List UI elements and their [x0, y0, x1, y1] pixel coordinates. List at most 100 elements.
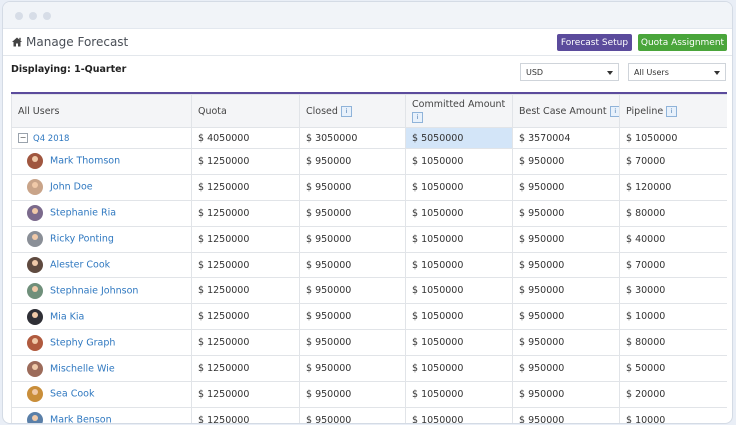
col-header-label: Closed [306, 105, 338, 117]
user-name-link[interactable]: Stephanie Ria [50, 208, 116, 219]
best-case-cell: $ 950000 [512, 381, 620, 408]
best-case-cell: $ 950000 [512, 199, 620, 227]
best-case-cell: $ 950000 [512, 225, 620, 253]
quota-cell: $ 1250000 [191, 199, 300, 227]
committed-cell[interactable]: $ 1050000 [405, 251, 513, 279]
info-icon[interactable]: i [609, 105, 619, 117]
quota-cell: $ 1250000 [191, 225, 300, 253]
closed-cell: $ 950000 [299, 225, 406, 253]
users-select[interactable]: All Users [628, 63, 726, 81]
user-name-link[interactable]: Stephnaie Johnson [50, 285, 138, 296]
best-case-cell: $ 950000 [512, 355, 620, 383]
pipeline-cell: $ 30000 [619, 277, 727, 305]
quota-cell: $ 1250000 [191, 355, 300, 383]
col-header-closed[interactable]: Closed i [299, 94, 406, 128]
user-name-link[interactable]: Stephy Graph [50, 337, 115, 348]
user-cell: Mark Benson [11, 406, 192, 423]
group-cell: − Q4 2018 [11, 127, 192, 149]
currency-select-value: USD [526, 68, 544, 77]
pipeline-cell: $ 10000 [619, 303, 727, 331]
committed-cell[interactable]: $ 1050000 [405, 406, 513, 423]
committed-cell[interactable]: $ 1050000 [405, 303, 513, 331]
group-pipeline: $ 1050000 [619, 127, 727, 149]
currency-select[interactable]: USD [520, 63, 619, 81]
user-name-link[interactable]: Alester Cook [50, 260, 110, 271]
user-name-link[interactable]: Mark Benson [50, 415, 112, 423]
pipeline-cell: $ 50000 [619, 355, 727, 383]
col-header-pipeline[interactable]: Pipeline i [619, 94, 727, 128]
home-icon [12, 37, 22, 47]
group-closed: $ 3050000 [299, 127, 406, 149]
committed-cell[interactable]: $ 1050000 [405, 355, 513, 383]
col-header-label: Pipeline [626, 105, 664, 117]
col-header-label: All Users [18, 105, 60, 117]
quota-cell: $ 1250000 [191, 251, 300, 279]
quota-cell: $ 1250000 [191, 303, 300, 331]
avatar [27, 153, 43, 170]
col-header-committed[interactable]: Committed Amount i [405, 94, 513, 128]
user-name-link[interactable]: John Doe [50, 182, 93, 193]
pipeline-cell: $ 70000 [619, 251, 727, 279]
committed-cell[interactable]: $ 1050000 [405, 199, 513, 227]
group-label[interactable]: Q4 2018 [33, 134, 69, 144]
pipeline-cell: $ 80000 [619, 199, 727, 227]
col-header-quota[interactable]: Quota [191, 94, 300, 128]
chevron-down-icon [607, 71, 613, 75]
avatar [27, 386, 43, 403]
closed-cell: $ 950000 [299, 199, 406, 227]
closed-cell: $ 950000 [299, 355, 406, 383]
user-name-link[interactable]: Ricky Ponting [50, 234, 114, 245]
page-title: Manage Forecast [26, 35, 129, 49]
info-icon[interactable]: i [412, 112, 423, 123]
closed-cell: $ 950000 [299, 277, 406, 305]
closed-cell: $ 950000 [299, 173, 406, 201]
committed-cell[interactable]: $ 1050000 [405, 329, 513, 357]
info-icon[interactable]: i [666, 105, 678, 117]
best-case-cell: $ 950000 [512, 148, 620, 175]
best-case-cell: $ 950000 [512, 251, 620, 279]
closed-cell: $ 950000 [299, 329, 406, 357]
closed-cell: $ 950000 [299, 303, 406, 331]
table-row: John Doe $ 1250000 $ 950000 $ 1050000 $ 9500… [11, 173, 727, 201]
user-cell: John Doe [11, 173, 192, 201]
pipeline-cell: $ 40000 [619, 225, 727, 253]
table-row: Mia Kia $ 1250000 $ 950000 $ 1050000 $ 95000… [11, 303, 727, 331]
col-header-users[interactable]: All Users [11, 94, 192, 128]
pipeline-cell: $ 120000 [619, 173, 727, 201]
user-name-link[interactable]: Mischelle Wie [50, 363, 115, 374]
best-case-cell: $ 950000 [512, 406, 620, 423]
quota-cell: $ 1250000 [191, 277, 300, 305]
quota-assignment-button[interactable]: Quota Assignment [638, 34, 727, 51]
page-header: Manage Forecast Forecast Setup Quota Ass… [3, 29, 732, 56]
user-name-link[interactable]: Sea Cook [50, 389, 94, 400]
avatar [27, 205, 43, 222]
user-cell: Stephnaie Johnson [11, 277, 192, 305]
table-header-row: All Users Quota Closed i Committed Amount… [11, 94, 727, 128]
table-row: Alester Cook $ 1250000 $ 950000 $ 1050000 $ … [11, 251, 727, 279]
col-header-best-case[interactable]: Best Case Amount i [512, 94, 620, 128]
user-name-link[interactable]: Mia Kia [50, 311, 84, 322]
collapse-icon[interactable]: − [18, 133, 28, 143]
pipeline-cell: $ 20000 [619, 381, 727, 408]
committed-cell[interactable]: $ 1050000 [405, 277, 513, 305]
best-case-cell: $ 950000 [512, 303, 620, 331]
user-name-link[interactable]: Mark Thomson [50, 156, 120, 167]
closed-cell: $ 950000 [299, 406, 406, 423]
pipeline-cell: $ 10000 [619, 406, 727, 423]
group-committed[interactable]: $ 5050000 [405, 127, 513, 149]
user-cell: Alester Cook [11, 251, 192, 279]
forecast-setup-button[interactable]: Forecast Setup [557, 34, 632, 51]
committed-cell[interactable]: $ 1050000 [405, 173, 513, 201]
user-cell: Ricky Ponting [11, 225, 192, 253]
user-cell: Mischelle Wie [11, 355, 192, 383]
committed-cell[interactable]: $ 1050000 [405, 225, 513, 253]
user-cell: Stephy Graph [11, 329, 192, 357]
period-display: Displaying: 1-Quarter [11, 64, 127, 75]
committed-cell[interactable]: $ 1050000 [405, 148, 513, 175]
committed-cell[interactable]: $ 1050000 [405, 381, 513, 408]
info-icon[interactable]: i [340, 105, 352, 117]
closed-cell: $ 950000 [299, 381, 406, 408]
table-row: Stephnaie Johnson $ 1250000 $ 950000 $ 1050… [11, 277, 727, 305]
col-header-label: Committed Amount [412, 99, 506, 110]
users-select-value: All Users [634, 68, 669, 77]
